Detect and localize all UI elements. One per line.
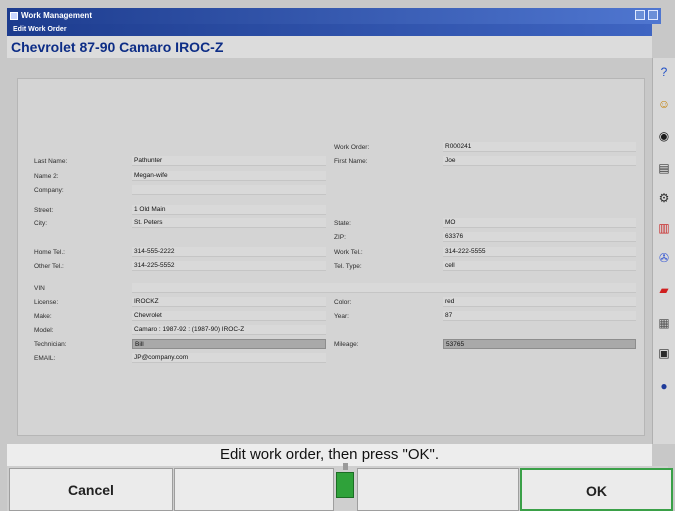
license-field[interactable]: IROCKZ (132, 297, 326, 307)
measure-icon[interactable]: ▥ (656, 218, 672, 238)
printer-icon[interactable]: ▤ (656, 158, 672, 178)
dialog-title: Edit Work Order (13, 26, 67, 33)
email-label: EMAIL: (34, 355, 56, 362)
year-label: Year: (334, 313, 349, 320)
specifications-icon[interactable]: ⚙ (656, 188, 672, 208)
work-order-form: Work Order: R000241 Last Name: Pathunter… (17, 78, 645, 436)
function-button-2[interactable] (174, 468, 334, 511)
maximize-button[interactable] (648, 10, 658, 20)
status-indicator (336, 472, 354, 498)
home-tel-label: Home Tel.: (34, 249, 65, 256)
document-icon[interactable]: ▦ (656, 313, 672, 333)
vin-label: VIN (34, 285, 45, 292)
shop-icon[interactable]: ▣ (656, 343, 672, 363)
window-title: Work Management (21, 11, 92, 20)
color-field[interactable]: red (443, 297, 636, 307)
name2-field[interactable]: Megan-wife (132, 171, 326, 181)
city-label: City: (34, 220, 47, 227)
zip-field[interactable]: 63376 (443, 232, 636, 242)
zip-label: ZIP: (334, 234, 346, 241)
street-field[interactable]: 1 Old Main (132, 205, 326, 215)
vehicle-header: Chevrolet 87-90 Camaro IROC-Z (7, 36, 652, 58)
home-tel-field[interactable]: 314-555-2222 (132, 247, 326, 257)
work-order-label: Work Order: (334, 144, 370, 151)
cancel-button[interactable]: Cancel (9, 468, 173, 511)
mileage-field[interactable]: 53765 (443, 339, 636, 349)
tel-type-field[interactable]: cell (443, 261, 636, 271)
dialog-title-bar: Edit Work Order (7, 24, 652, 36)
model-label: Model: (34, 327, 54, 334)
company-label: Company: (34, 187, 64, 194)
first-name-label: First Name: (334, 158, 368, 165)
last-name-field[interactable]: Pathunter (132, 156, 326, 166)
wheel-icon[interactable]: ◉ (656, 126, 672, 146)
tools-icon[interactable]: ✇ (656, 248, 672, 268)
year-field[interactable]: 87 (443, 311, 636, 321)
first-name-field[interactable]: Joe (443, 156, 636, 166)
tel-type-label: Tel. Type: (334, 263, 362, 270)
color-label: Color: (334, 299, 352, 306)
city-field[interactable]: St. Peters (132, 218, 326, 228)
tool-sidebar: ? ☺ ◉ ▤ ⚙ ▥ ✇ ▰ ▦ ▣ ● (652, 58, 675, 444)
vehicle-icon[interactable]: ▰ (656, 280, 672, 300)
operator-icon[interactable]: ☺ (656, 94, 672, 114)
state-label: State: (334, 220, 351, 227)
work-tel-field[interactable]: 314-222-5555 (443, 247, 636, 257)
technician-field[interactable]: Bill (132, 339, 326, 349)
last-name-label: Last Name: (34, 158, 68, 165)
other-tel-label: Other Tel.: (34, 263, 64, 270)
work-tel-label: Work Tel.: (334, 249, 363, 256)
name2-label: Name 2: (34, 173, 59, 180)
work-order-field[interactable]: R000241 (443, 142, 636, 152)
license-label: License: (34, 299, 59, 306)
model-field[interactable]: Camaro : 1987-92 : (1987-90) IROC-Z (132, 325, 326, 335)
title-bar: Work Management (7, 8, 661, 24)
ok-button[interactable]: OK (520, 468, 673, 511)
help-icon[interactable]: ? (656, 62, 672, 82)
state-field[interactable]: MO (443, 218, 636, 228)
function-button-3[interactable] (357, 468, 519, 511)
other-tel-field[interactable]: 314-225-5552 (132, 261, 326, 271)
globe-icon[interactable]: ● (656, 376, 672, 396)
make-field[interactable]: Chevrolet (132, 311, 326, 321)
make-label: Make: (34, 313, 52, 320)
indicator-tick (343, 463, 348, 470)
technician-label: Technician: (34, 341, 67, 348)
mileage-label: Mileage: (334, 341, 359, 348)
work-management-screen: Work Management Edit Work Order Chevrole… (0, 0, 675, 511)
minimize-button[interactable] (635, 10, 645, 20)
company-field[interactable] (132, 185, 326, 195)
app-icon (10, 12, 18, 20)
status-message: Edit work order, then press "OK". (7, 444, 652, 466)
street-label: Street: (34, 207, 54, 214)
vin-field[interactable] (132, 283, 636, 293)
email-field[interactable]: JP@company.com (132, 353, 326, 363)
